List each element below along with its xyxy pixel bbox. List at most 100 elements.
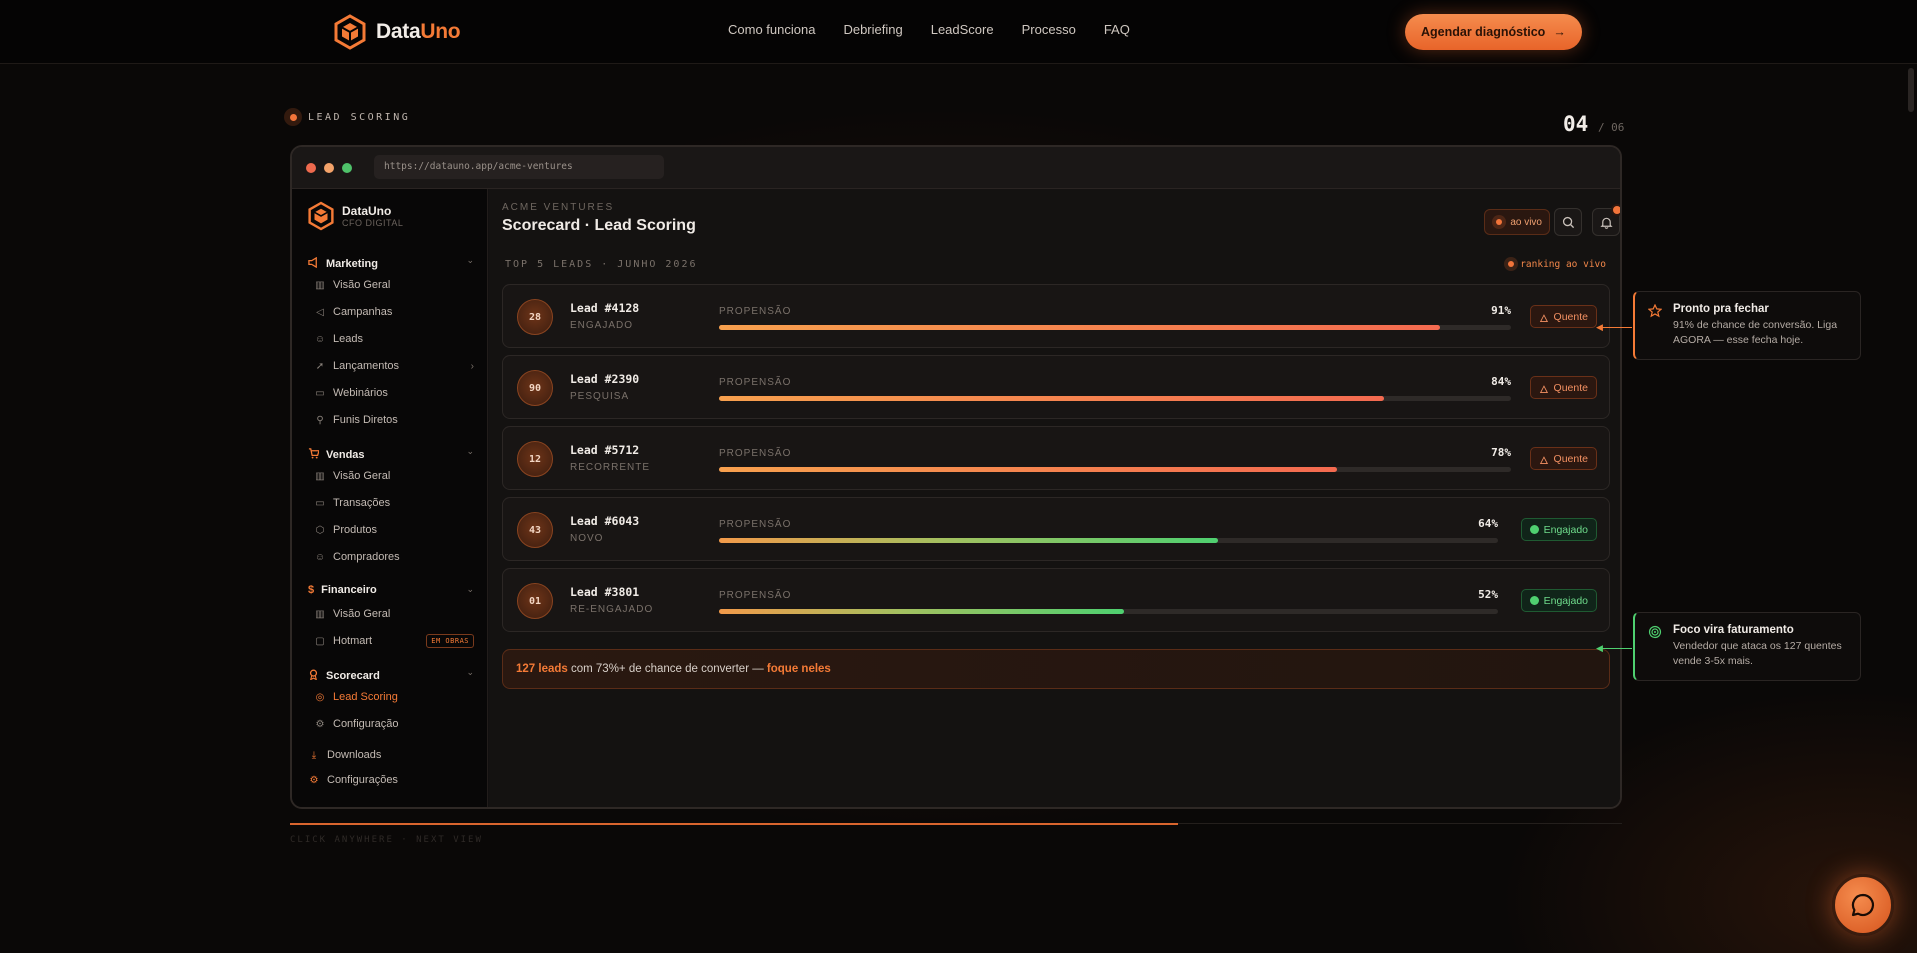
nav-link-debriefing[interactable]: Debriefing <box>843 22 902 37</box>
step-current: 04 <box>1563 112 1589 136</box>
status-badge-quente: 🜂 Quente <box>1530 305 1597 328</box>
sidebar-item-financeiro-visao-geral[interactable]: ▥ Visão Geral <box>314 608 474 620</box>
sidebar-item-configuracao[interactable]: ⚙ Configuração <box>314 718 474 730</box>
cart-icon <box>308 446 320 464</box>
search-icon <box>1562 216 1574 228</box>
propensity-bar-fill <box>719 467 1337 472</box>
users-icon: ☺ <box>314 333 326 345</box>
sidebar-item-produtos[interactable]: ⬡ Produtos <box>314 524 474 536</box>
page-title: Scorecard · Lead Scoring <box>502 217 696 234</box>
step-counter: 04 / 06 <box>1563 112 1624 136</box>
callout-connector <box>1598 648 1632 649</box>
summary-count: 127 leads <box>516 663 568 675</box>
sidebar-group-financeiro[interactable]: $ Financeiro ⌄ <box>308 584 474 596</box>
lead-score-badge: 90 <box>517 370 553 406</box>
sidebar-item-lancamentos[interactable]: ➚ Lançamentos › <box>314 360 474 372</box>
datauno-logo-icon <box>308 201 334 231</box>
sidebar-item-visao-geral[interactable]: ▥ Visão Geral <box>314 279 474 291</box>
sidebar-item-hotmart[interactable]: ▢ Hotmart EM OBRAS <box>314 634 474 648</box>
sidebar-item-funis-diretos[interactable]: ⚲ Funis Diretos <box>314 414 474 426</box>
target-icon: ◎ <box>315 691 325 703</box>
callout-connector <box>1598 327 1632 328</box>
notification-dot <box>1611 204 1620 216</box>
summary-action[interactable]: foque neles <box>767 663 831 675</box>
star-icon <box>1648 304 1662 318</box>
chevron-down-icon: ⌄ <box>466 584 474 594</box>
lead-row[interactable]: 90 Lead #2390 PESQUISA PROPENSÃO 84% 🜂 Quente <box>502 355 1610 419</box>
chevron-down-icon: ⌄ <box>466 667 474 677</box>
nav-links: Como funciona Debriefing LeadScore Proce… <box>728 22 1130 37</box>
chat-bubble-icon <box>1851 893 1875 917</box>
live-status-pill[interactable]: ao vivo <box>1484 209 1550 235</box>
lead-row[interactable]: 28 Lead #4128 ENGAJADO PROPENSÃO 91% 🜂 Quente <box>502 284 1610 348</box>
dollar-icon: $ <box>308 584 315 596</box>
lead-score-badge: 28 <box>517 299 553 335</box>
bar-chart-icon: ▥ <box>315 279 325 291</box>
propensity-bar-fill <box>719 396 1385 401</box>
slide-progress-fill <box>290 823 1179 825</box>
status-dot-icon <box>1529 525 1539 534</box>
status-badge-quente: 🜂 Quente <box>1530 447 1597 470</box>
funnel-icon: ⚲ <box>316 414 324 426</box>
page-scrollbar[interactable] <box>1908 68 1914 112</box>
sidebar-group-vendas[interactable]: Vendas ⌄ <box>308 446 474 464</box>
flame-icon: 🜂 <box>1539 383 1549 396</box>
arrow-right-icon: → <box>1553 25 1566 39</box>
agendar-diagnostico-button[interactable]: Agendar diagnóstico → <box>1405 14 1582 50</box>
ranking-live-tag: ranking ao vivo <box>1504 257 1606 271</box>
bell-icon <box>1599 217 1613 229</box>
sidebar-item-compradores[interactable]: ☺ Compradores <box>314 551 474 563</box>
status-badge-quente: 🜂 Quente <box>1530 376 1597 399</box>
notifications-button[interactable] <box>1592 204 1620 236</box>
lead-stage: RECORRENTE <box>570 462 651 473</box>
click-hint: CLICK ANYWHERE · NEXT VIEW <box>290 835 483 845</box>
sidebar-brand[interactable]: DataUno CFO DIGITAL <box>308 201 403 231</box>
section-tag-label: LEAD SCORING <box>308 111 411 123</box>
propensity-value: 64% <box>1478 517 1498 530</box>
sidebar-item-vendas-visao-geral[interactable]: ▥ Visão Geral <box>314 470 474 482</box>
url-bar: https://datauno.app/acme-ventures <box>374 155 664 179</box>
propensity-bar <box>719 609 1498 614</box>
sidebar-item-downloads[interactable]: ⤓ Downloads <box>308 749 468 761</box>
sidebar-item-campanhas[interactable]: ◁ Campanhas <box>314 306 474 318</box>
rocket-icon: ➚ <box>315 360 325 372</box>
window-close-dot <box>306 163 316 173</box>
chevron-down-icon: ⌄ <box>466 255 474 265</box>
sidebar-brand-name: DataUno <box>342 204 392 218</box>
download-icon: ⤓ <box>311 749 317 761</box>
lead-row[interactable]: 01 Lead #3801 RE-ENGAJADO PROPENSÃO 52% Engaj… <box>502 568 1610 632</box>
sidebar-item-webinarios[interactable]: ▭ Webinários <box>314 387 474 399</box>
section-tag: LEAD SCORING <box>284 108 410 126</box>
bar-chart-icon: ▥ <box>315 470 325 482</box>
chevron-down-icon: ⌄ <box>466 446 474 456</box>
sidebar-item-leads[interactable]: ☺ Leads <box>314 333 474 345</box>
nav-link-processo[interactable]: Processo <box>1022 22 1076 37</box>
user-icon: ☺ <box>314 551 326 563</box>
credit-card-icon: ▭ <box>315 497 325 509</box>
nav-link-como-funciona[interactable]: Como funciona <box>728 22 815 37</box>
brand[interactable]: DataUno <box>334 14 461 50</box>
sidebar-group-scorecard[interactable]: Scorecard ⌄ <box>308 667 474 685</box>
arrow-left-icon: ◀ <box>1596 322 1603 332</box>
summary-text: com 73%+ de chance de converter — <box>567 663 767 675</box>
nav-link-faq[interactable]: FAQ <box>1104 22 1130 37</box>
lead-score-badge: 01 <box>517 583 553 619</box>
propensity-bar <box>719 467 1511 472</box>
chevron-right-icon: › <box>470 360 474 372</box>
nav-link-leadscore[interactable]: LeadScore <box>931 22 994 37</box>
propensity-label: PROPENSÃO <box>719 306 792 317</box>
search-button[interactable] <box>1554 208 1582 236</box>
app-sidebar: DataUno CFO DIGITAL Marketing ⌄ ▥ Visão G… <box>292 189 488 807</box>
sidebar-group-marketing[interactable]: Marketing ⌄ <box>308 255 474 273</box>
live-dot-icon <box>1504 257 1519 271</box>
lead-row[interactable]: 12 Lead #5712 RECORRENTE PROPENSÃO 78% 🜂 Quent… <box>502 426 1610 490</box>
datauno-logo-icon <box>334 14 366 50</box>
sidebar-item-configuracoes[interactable]: ⚙ Configurações <box>308 774 468 786</box>
summary-banner: 127 leads com 73%+ de chance de converte… <box>502 649 1610 689</box>
sidebar-item-transacoes[interactable]: ▭ Transações <box>314 497 474 509</box>
sidebar-item-lead-scoring[interactable]: ◎ Lead Scoring <box>314 691 474 703</box>
chat-button[interactable] <box>1832 874 1894 936</box>
lead-row[interactable]: 43 Lead #6043 NOVO PROPENSÃO 64% Engajado <box>502 497 1610 561</box>
window-maximize-dot <box>342 163 352 173</box>
propensity-bar-fill <box>719 538 1218 543</box>
